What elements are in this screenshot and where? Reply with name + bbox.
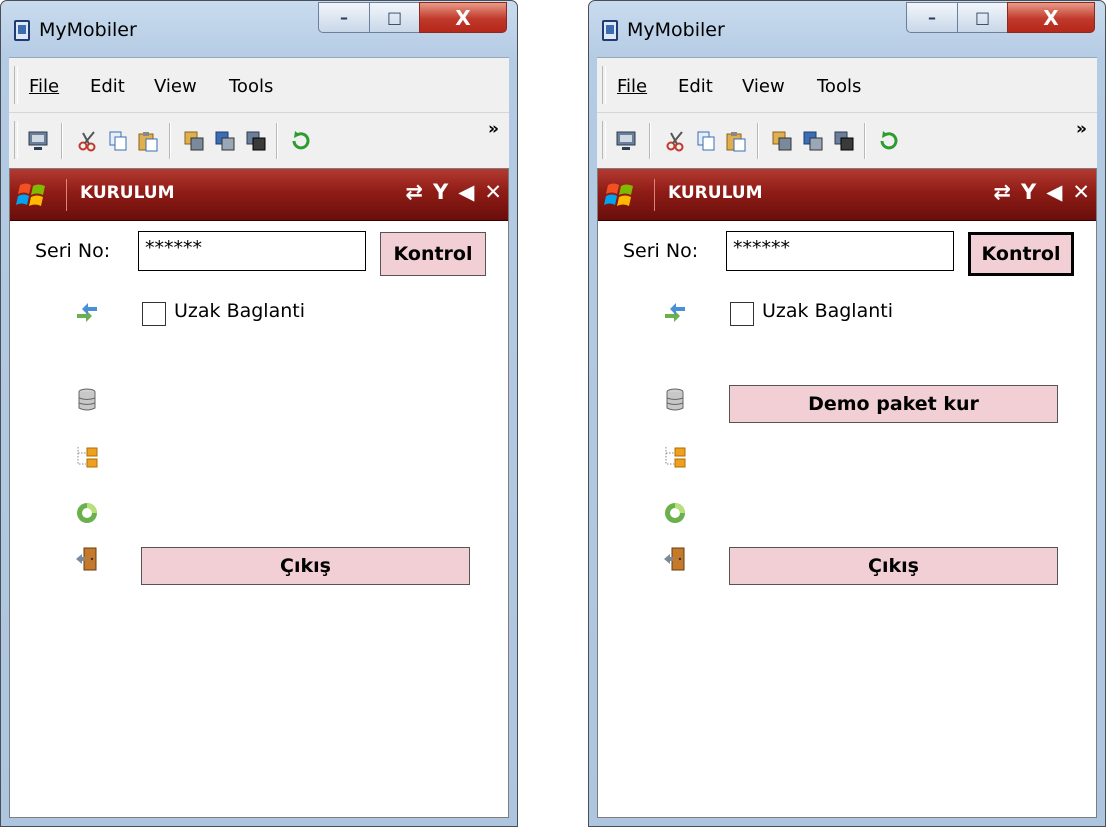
device-screen: KURULUM ⇄ Y ◀ ✕ Seri No: ****** Kontrol …	[597, 168, 1097, 818]
menubar-grip[interactable]	[14, 66, 18, 104]
close-button[interactable]: X	[1007, 2, 1095, 33]
exit-button[interactable]: Çıkış	[141, 547, 470, 585]
toolbar: »	[597, 112, 1097, 168]
database-icon	[74, 387, 100, 413]
windows-start-icon[interactable]	[602, 177, 638, 213]
folder-tree-icon	[74, 444, 100, 470]
kontrol-button[interactable]: Kontrol	[380, 232, 486, 276]
wm-close-button[interactable]: ✕	[484, 180, 502, 204]
menubar-grip[interactable]	[602, 66, 606, 104]
no-signal-icon[interactable]: Y	[1021, 180, 1036, 204]
title-bar[interactable]: MyMobiler – □ X	[589, 1, 1105, 57]
demo-package-button[interactable]: Demo paket kur	[729, 385, 1058, 423]
paste-icon[interactable]	[135, 128, 161, 154]
caption-buttons: – □ X	[318, 2, 508, 34]
exit-button[interactable]: Çıkış	[729, 547, 1058, 585]
app-icon	[14, 20, 30, 41]
connectivity-icon[interactable]: ⇄	[405, 180, 423, 204]
toolbar: »	[9, 112, 509, 168]
refresh-icon[interactable]	[288, 128, 314, 154]
screen-print-icon[interactable]	[831, 128, 857, 154]
menu-file[interactable]: File	[617, 76, 647, 97]
wm-screen-title: KURULUM	[668, 183, 763, 203]
menu-edit[interactable]: Edit	[678, 76, 713, 97]
serial-input[interactable]: ******	[726, 231, 954, 271]
menu-tools[interactable]: Tools	[229, 76, 273, 97]
menu-view[interactable]: View	[742, 76, 785, 97]
remote-connection-icon	[662, 300, 688, 326]
toolbar-grip[interactable]	[14, 121, 18, 159]
volume-icon[interactable]: ◀	[1046, 180, 1062, 204]
window-title: MyMobiler	[627, 19, 725, 41]
serial-label: Seri No:	[623, 240, 699, 262]
screen-copy-icon[interactable]	[769, 128, 795, 154]
menu-bar: File Edit View Tools	[597, 57, 1097, 112]
minimize-button[interactable]: –	[906, 2, 958, 33]
toolbar-overflow[interactable]: »	[488, 119, 499, 139]
menu-edit[interactable]: Edit	[90, 76, 125, 97]
window-title: MyMobiler	[39, 19, 137, 41]
monitor-icon[interactable]	[25, 128, 51, 154]
wm-title-bar: KURULUM ⇄ Y ◀ ✕	[10, 169, 508, 221]
device-screen: KURULUM ⇄ Y ◀ ✕ Seri No: ****** Kontrol …	[9, 168, 509, 818]
exit-door-icon	[74, 546, 100, 572]
monitor-icon[interactable]	[613, 128, 639, 154]
toolbar-overflow[interactable]: »	[1076, 119, 1087, 139]
wm-close-button[interactable]: ✕	[1072, 180, 1090, 204]
database-icon	[662, 387, 688, 413]
screen-print-icon[interactable]	[243, 128, 269, 154]
exit-door-icon	[662, 546, 688, 572]
remote-connection-label: Uzak Baglanti	[762, 300, 893, 322]
minimize-button[interactable]: –	[318, 2, 370, 33]
menu-view[interactable]: View	[154, 76, 197, 97]
wm-title-bar: KURULUM ⇄ Y ◀ ✕	[598, 169, 1096, 221]
folder-tree-icon	[662, 444, 688, 470]
windows-start-icon[interactable]	[14, 177, 50, 213]
toolbar-grip[interactable]	[602, 121, 606, 159]
serial-label: Seri No:	[35, 240, 111, 262]
menu-tools[interactable]: Tools	[817, 76, 861, 97]
connectivity-icon[interactable]: ⇄	[993, 180, 1011, 204]
remote-connection-checkbox[interactable]	[142, 302, 166, 326]
progress-ring-icon	[662, 500, 688, 526]
progress-ring-icon	[74, 500, 100, 526]
wm-screen-title: KURULUM	[80, 183, 175, 203]
screen-save-icon[interactable]	[212, 128, 238, 154]
no-signal-icon[interactable]: Y	[433, 180, 448, 204]
remote-connection-checkbox[interactable]	[730, 302, 754, 326]
paste-icon[interactable]	[723, 128, 749, 154]
menu-bar: File Edit View Tools	[9, 57, 509, 112]
maximize-button[interactable]: □	[957, 2, 1008, 33]
title-bar[interactable]: MyMobiler – □ X	[1, 1, 517, 57]
serial-input[interactable]: ******	[138, 231, 366, 271]
copy-icon[interactable]	[105, 128, 131, 154]
remote-connection-label: Uzak Baglanti	[174, 300, 305, 322]
remote-connection-icon	[74, 300, 100, 326]
cut-icon[interactable]	[663, 128, 689, 154]
cut-icon[interactable]	[75, 128, 101, 154]
caption-buttons: – □ X	[906, 2, 1096, 34]
refresh-icon[interactable]	[876, 128, 902, 154]
volume-icon[interactable]: ◀	[458, 180, 474, 204]
maximize-button[interactable]: □	[369, 2, 420, 33]
mymobiler-window-left: MyMobiler – □ X File Edit View Tools » K…	[0, 0, 518, 827]
kontrol-button[interactable]: Kontrol	[968, 232, 1074, 276]
mymobiler-window-right: MyMobiler – □ X File Edit View Tools » K…	[588, 0, 1106, 827]
app-icon	[602, 20, 618, 41]
screen-copy-icon[interactable]	[181, 128, 207, 154]
copy-icon[interactable]	[693, 128, 719, 154]
menu-file[interactable]: File	[29, 76, 59, 97]
screen-save-icon[interactable]	[800, 128, 826, 154]
close-button[interactable]: X	[419, 2, 507, 33]
